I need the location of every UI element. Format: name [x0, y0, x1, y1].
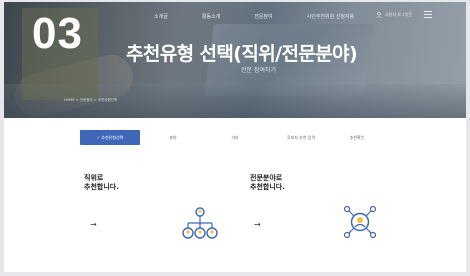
card-expertise-line1: 전문분야로	[250, 174, 283, 182]
org-chart-icon	[182, 207, 218, 239]
tab-recommend-type[interactable]: ✓ 추천유형선택	[80, 130, 140, 145]
expert-network-icon	[343, 205, 377, 239]
hamburger-menu-icon[interactable]	[424, 11, 432, 18]
user-menu[interactable]: 사용자 로그아웃	[376, 12, 416, 18]
breadcrumb[interactable]: HOME > 전문참여 > 추천유형선택	[64, 98, 117, 103]
tab-field[interactable]: 분야	[158, 130, 188, 145]
card-expertise-line2: 추천합니다.	[250, 183, 285, 191]
step-tabs: ✓ 추천유형선택 분야 기타 후보자 추천 입력 추천확인	[80, 130, 390, 145]
tab-candidate-input[interactable]: 후보자 추천 입력	[276, 130, 326, 145]
card-position-line1: 직위로	[84, 174, 104, 182]
card-expertise-title[interactable]: 전문분야로 추천합니다.	[250, 174, 285, 192]
step-number: 03	[32, 9, 83, 58]
page: 03 소개글 활동소개 전문참여 시민추천위원 신청자용 사용자 로그아웃 추천…	[4, 2, 466, 272]
tab-label: 추천유형선택	[101, 135, 124, 140]
tab-confirm[interactable]: 추천확인	[342, 130, 372, 145]
page-subtitle: 전문 참여하기	[241, 67, 277, 74]
card-position-title[interactable]: 직위로 추천합니다.	[84, 174, 119, 192]
card-position-line2: 추천합니다.	[84, 183, 119, 191]
nav-item-activity[interactable]: 활동소개	[202, 13, 220, 20]
user-label: 사용자 로그아웃	[385, 12, 413, 17]
card-expertise-arrow-icon[interactable]: →	[254, 220, 261, 229]
top-nav: 소개글 활동소개 전문참여 시민추천위원 신청자용	[154, 6, 388, 26]
hero-banner: 03 소개글 활동소개 전문참여 시민추천위원 신청자용 사용자 로그아웃 추천…	[4, 2, 466, 118]
nav-item-intro[interactable]: 소개글	[154, 13, 168, 20]
tab-etc[interactable]: 기타	[220, 130, 250, 145]
nav-item-participate[interactable]: 전문참여	[254, 13, 272, 20]
nav-item-apply[interactable]: 시민추천위원 신청자용	[307, 13, 355, 20]
page-title: 추천유형 선택(직위/전문분야)	[126, 43, 358, 65]
card-position-arrow-icon[interactable]: →	[90, 220, 97, 229]
user-icon	[376, 12, 382, 18]
